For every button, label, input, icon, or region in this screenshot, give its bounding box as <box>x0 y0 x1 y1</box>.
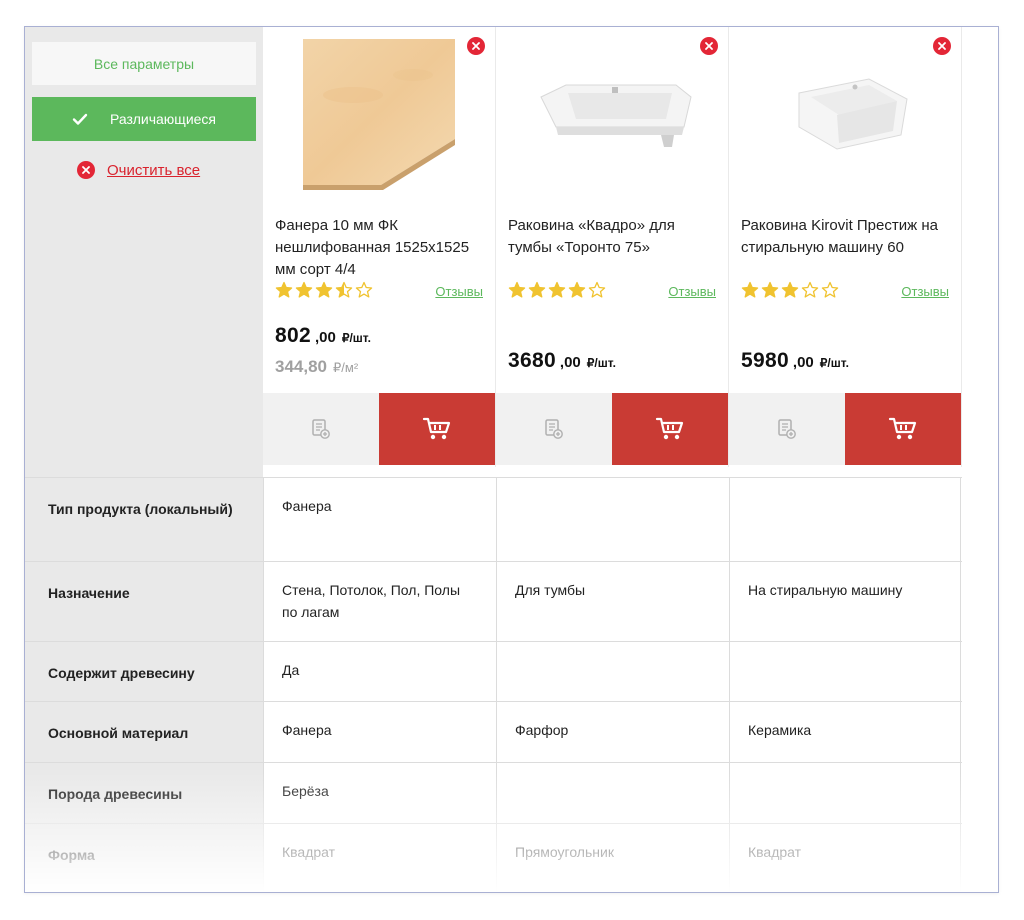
spec-value <box>496 642 728 702</box>
all-params-label: Все параметры <box>93 55 195 72</box>
spec-label: Тип продукта (локальный) <box>25 478 263 562</box>
spec-row: Порода древесины Берёза <box>25 762 962 824</box>
clear-all-label: Очистить все <box>107 161 201 179</box>
product-name[interactable]: Фанера 10 мм ФК нешлифованная 1525х1525 … <box>275 215 485 281</box>
price-integer: 3680 <box>508 349 556 372</box>
spec-value: Для тумбы <box>496 562 728 642</box>
star-filled-icon <box>761 281 779 298</box>
price-unit: ₽/шт. <box>341 331 371 345</box>
all-params-button[interactable]: Все параметры <box>32 42 256 85</box>
spec-value: Квадрат <box>729 824 961 892</box>
spec-value: На стиральную машину <box>729 562 961 642</box>
spec-value: Фарфор <box>496 702 728 763</box>
price-decimal: ,00 <box>314 329 336 346</box>
cart-icon <box>888 417 917 440</box>
cart-icon <box>422 417 451 440</box>
sink-square-image[interactable] <box>729 35 961 195</box>
price: 5980,00 ₽/шт. <box>741 349 849 373</box>
spec-value: Стена, Потолок, Пол, Полы по лагам <box>263 562 495 642</box>
price-per-sqm-value: 344,80 <box>275 357 327 376</box>
reviews-link[interactable]: Отзывы <box>668 284 716 299</box>
price-unit: ₽/шт. <box>586 356 616 370</box>
spec-label: Порода древесины <box>25 763 263 824</box>
cart-icon <box>655 417 684 440</box>
price-per-sqm: 344,80 ₽/м² <box>275 357 358 377</box>
star-filled-icon <box>275 281 293 298</box>
spec-value: Прямоугольник <box>496 824 728 892</box>
close-icon <box>77 161 95 179</box>
spec-value: Да <box>263 642 495 702</box>
product-name[interactable]: Раковина Kirovit Престиж на стиральную м… <box>741 215 951 259</box>
price-decimal: ,00 <box>792 354 814 371</box>
rating-stars <box>275 281 373 299</box>
spec-value <box>729 478 961 562</box>
product-actions <box>729 393 961 465</box>
star-empty-icon <box>801 281 819 298</box>
star-filled-icon <box>781 281 799 298</box>
star-filled-icon <box>295 281 313 298</box>
spec-value: Берёза <box>263 763 495 824</box>
spec-row: Содержит древесину Да <box>25 641 962 702</box>
price-per-sqm-unit: ₽/м² <box>333 360 359 375</box>
spec-value <box>496 478 728 562</box>
spec-value <box>729 763 961 824</box>
compare-list-icon <box>312 419 330 439</box>
price-unit: ₽/шт. <box>819 356 849 370</box>
product-actions <box>496 393 728 465</box>
price-integer: 5980 <box>741 349 789 372</box>
star-empty-icon <box>355 281 373 298</box>
compare-list-icon <box>778 419 796 439</box>
star-empty-icon <box>821 281 839 298</box>
star-empty-icon <box>588 281 606 298</box>
spec-row: Основной материал Фанера Фарфор Керамика <box>25 701 962 763</box>
price: 802,00 ₽/шт. <box>275 324 371 348</box>
spec-value: Квадрат <box>263 824 495 892</box>
spec-value <box>496 763 728 824</box>
star-filled-icon <box>741 281 759 298</box>
reviews-link[interactable]: Отзывы <box>901 284 949 299</box>
product-card: Раковина Kirovit Престиж на стиральную м… <box>729 27 962 477</box>
price-integer: 802 <box>275 324 311 347</box>
add-to-cart-button[interactable] <box>379 393 495 465</box>
product-card: Раковина «Квадро» для тумбы «Торонто 75»… <box>496 27 729 477</box>
spec-value: Фанера <box>263 478 495 562</box>
price-decimal: ,00 <box>559 354 581 371</box>
spec-row: Тип продукта (локальный) Фанера <box>25 477 962 562</box>
product-actions <box>263 393 495 465</box>
check-icon <box>72 113 88 125</box>
plywood-image[interactable] <box>263 35 495 195</box>
add-to-cart-button[interactable] <box>612 393 728 465</box>
star-filled-icon <box>508 281 526 298</box>
spec-label: Основной материал <box>25 702 263 763</box>
spec-row: Форма Квадрат Прямоугольник Квадрат <box>25 823 962 892</box>
spec-row: Назначение Стена, Потолок, Пол, Полы по … <box>25 561 962 642</box>
rating-stars <box>741 281 839 299</box>
compare-panel: Все параметры Различающиеся Очистить все <box>24 26 999 893</box>
spec-value <box>729 642 961 702</box>
compare-button[interactable] <box>729 393 845 465</box>
compare-button[interactable] <box>496 393 612 465</box>
compare-button[interactable] <box>263 393 379 465</box>
spec-label: Форма <box>25 824 263 892</box>
sink-image[interactable] <box>496 35 728 195</box>
spec-value: Фанера <box>263 702 495 763</box>
compare-list-icon <box>545 419 563 439</box>
product-name[interactable]: Раковина «Квадро» для тумбы «Торонто 75» <box>508 215 718 259</box>
star-filled-icon <box>315 281 333 298</box>
reviews-link[interactable]: Отзывы <box>435 284 483 299</box>
clear-all-link[interactable]: Очистить все <box>77 161 200 179</box>
star-filled-icon <box>548 281 566 298</box>
star-filled-icon <box>568 281 586 298</box>
different-params-button[interactable]: Различающиеся <box>32 97 256 141</box>
spec-label: Назначение <box>25 562 263 642</box>
add-to-cart-button[interactable] <box>845 393 961 465</box>
spec-value: Керамика <box>729 702 961 763</box>
rating-stars <box>508 281 606 299</box>
star-half-icon <box>335 281 353 298</box>
star-filled-icon <box>528 281 546 298</box>
product-card: Фанера 10 мм ФК нешлифованная 1525х1525 … <box>263 27 496 477</box>
spec-label: Содержит древесину <box>25 642 263 702</box>
different-params-label: Различающиеся <box>109 111 217 127</box>
price: 3680,00 ₽/шт. <box>508 349 616 373</box>
